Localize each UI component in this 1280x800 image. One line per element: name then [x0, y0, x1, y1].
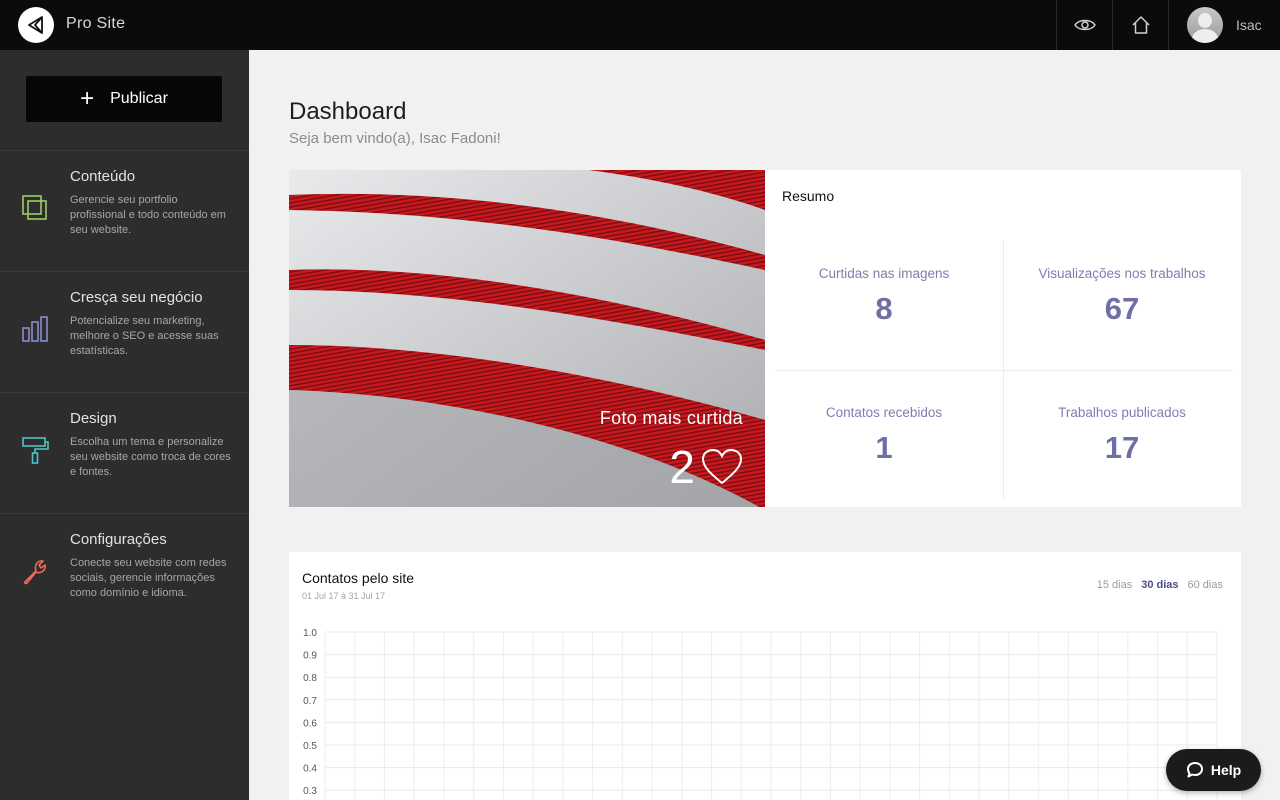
help-button[interactable]: Help: [1166, 749, 1261, 791]
publish-label: Publicar: [110, 90, 168, 107]
user-menu[interactable]: Isac: [1168, 0, 1280, 50]
y-tick-label: 0.9: [303, 651, 317, 662]
contacts-line-chart: 1.0 0.9 0.8 0.7 0.6 0.5 0.4 0.3: [303, 628, 1218, 800]
page-title: Dashboard: [289, 98, 407, 125]
y-tick-label: 0.8: [303, 673, 317, 684]
top-bar: Pro Site Isac: [0, 0, 1280, 50]
y-tick-label: 0.6: [303, 718, 317, 729]
publish-button[interactable]: + Publicar: [26, 76, 222, 122]
preview-button[interactable]: [1056, 0, 1112, 50]
wrench-icon: [23, 560, 46, 585]
stat-label: Curtidas nas imagens: [818, 266, 950, 281]
content-icon: [22, 195, 47, 220]
stat-contacts: Contatos recebidos 1: [765, 379, 1003, 517]
photo-likes-count: 2: [669, 441, 695, 493]
stat-label: Contatos recebidos: [825, 405, 943, 420]
stat-value: 17: [1104, 430, 1140, 465]
plus-icon: +: [80, 85, 95, 112]
stat-label: Visualizações nos trabalhos: [1038, 266, 1206, 281]
summary-title: Resumo: [782, 188, 835, 204]
sidebar-item-title: Configurações: [70, 531, 167, 548]
top-actions: Isac: [1056, 0, 1280, 50]
y-tick-label: 1.0: [303, 628, 317, 639]
y-tick-label: 0.4: [303, 764, 317, 775]
sidebar-item-content[interactable]: Conteúdo Gerencie seu portfolio profissi…: [0, 150, 249, 270]
logo-icon: [28, 16, 43, 34]
y-tick-label: 0.7: [303, 696, 317, 707]
sidebar-item-title: Conteúdo: [70, 168, 136, 185]
sidebar-item-desc: Conecte seu website com redes sociais, g…: [70, 557, 227, 599]
y-tick-label: 0.5: [303, 741, 317, 752]
stat-views: Visualizações nos trabalhos 67: [1003, 240, 1241, 378]
stat-published: Trabalhos publicados 17: [1003, 379, 1241, 517]
sidebar-item-desc: Gerencie seu portfolio profissional e to…: [70, 194, 226, 236]
sidebar-item-settings[interactable]: Configurações Conecte seu website com re…: [0, 513, 249, 633]
chart-title: Contatos pelo site: [302, 570, 415, 586]
app-logo[interactable]: [18, 7, 54, 43]
stat-label: Trabalhos publicados: [1058, 405, 1186, 420]
home-button[interactable]: [1112, 0, 1168, 50]
photo-label: Foto mais curtida: [599, 408, 743, 428]
sidebar-item-design[interactable]: Design Escolha um tema e personalize seu…: [0, 392, 249, 512]
stat-value: 67: [1104, 291, 1140, 326]
sidebar-item-desc: Escolha um tema e personalize seu websit…: [70, 436, 231, 478]
filter-30-days[interactable]: 30 dias: [1141, 579, 1178, 591]
brand-name: Pro Site: [66, 15, 126, 32]
avatar: [1187, 7, 1223, 43]
photo-likes: 2: [669, 440, 743, 494]
eye-icon: [1073, 19, 1096, 31]
sidebar-item-title: Design: [70, 410, 117, 427]
paint-roller-icon: [22, 437, 49, 464]
chart-date-range: 01 Jul 17 à 31 Jul 17: [302, 591, 386, 601]
heart-icon: [701, 448, 743, 485]
stat-value: 8: [875, 291, 893, 326]
summary-card: Resumo Curtidas nas imagens 8 Visualizaç…: [765, 170, 1241, 507]
chart-period-filter: 15 dias 30 dias 60 dias: [1097, 579, 1223, 591]
bar-chart-icon: [22, 316, 48, 342]
help-label: Help: [1210, 762, 1242, 778]
sidebar-item-desc: Potencialize seu marketing, melhore o SE…: [70, 315, 219, 357]
most-liked-photo-card[interactable]: Foto mais curtida 2: [289, 170, 765, 507]
sidebar-item-title: Cresça seu negócio: [70, 289, 203, 306]
sidebar-item-grow[interactable]: Cresça seu negócio Potencialize seu mark…: [0, 271, 249, 391]
sidebar: + Publicar Conteúdo Gerencie seu portfol…: [0, 50, 249, 800]
home-icon: [1131, 16, 1150, 34]
y-tick-label: 0.3: [303, 786, 317, 797]
filter-15-days[interactable]: 15 dias: [1097, 579, 1132, 591]
welcome-message: Seja bem vindo(a), Isac Fadoni!: [289, 130, 501, 147]
chat-bubble-icon: [1186, 762, 1203, 778]
stat-likes: Curtidas nas imagens 8: [765, 240, 1003, 378]
user-name: Isac: [1236, 17, 1262, 33]
stat-value: 1: [875, 430, 893, 465]
filter-60-days[interactable]: 60 dias: [1188, 579, 1223, 591]
contacts-chart-card: Contatos pelo site 01 Jul 17 à 31 Jul 17…: [289, 552, 1241, 800]
